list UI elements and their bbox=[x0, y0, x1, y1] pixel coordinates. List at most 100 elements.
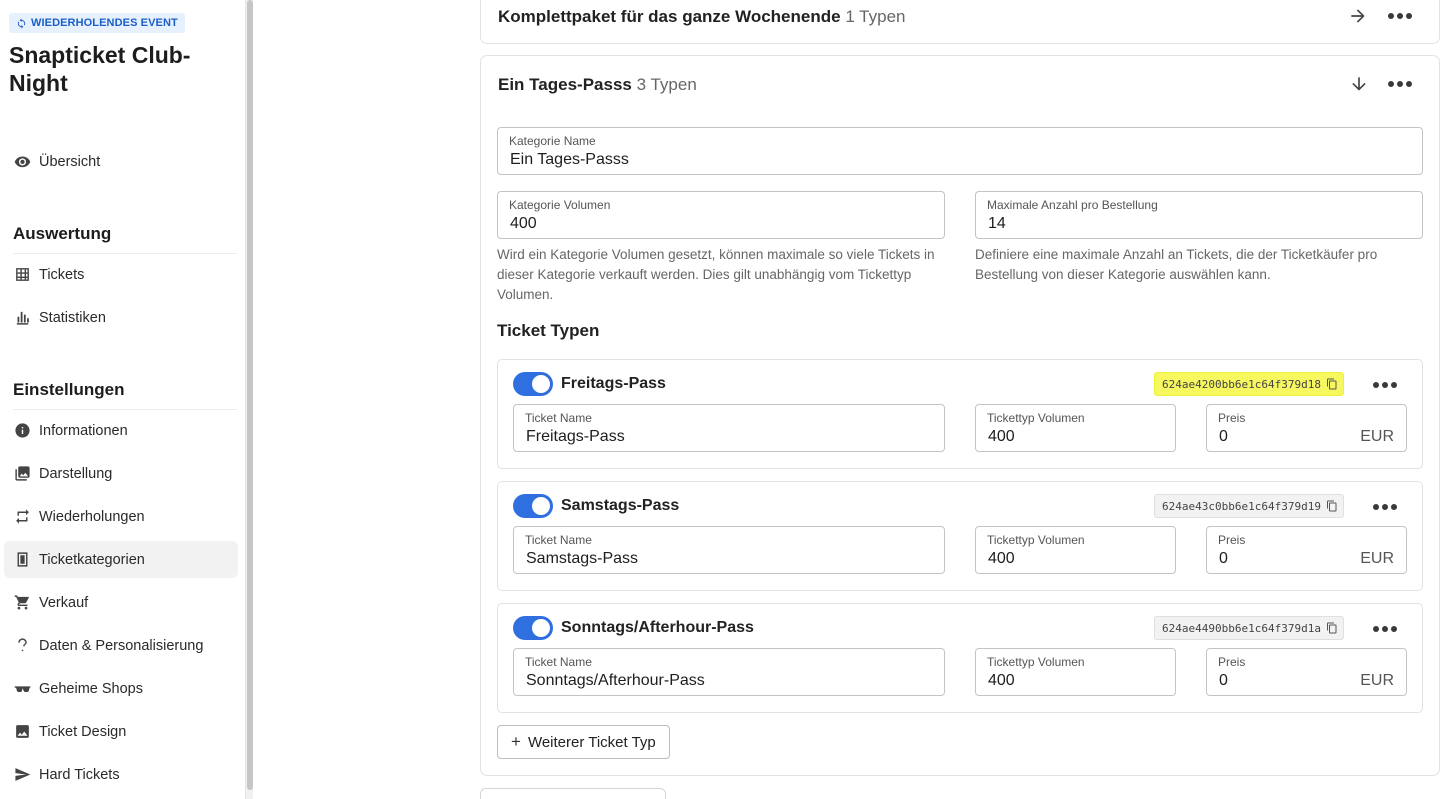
category-name-field[interactable]: Kategorie Name Ein Tages-Passs bbox=[497, 127, 1423, 175]
ticket-more-button[interactable] bbox=[1372, 502, 1398, 512]
ticket-enabled-toggle[interactable] bbox=[513, 494, 553, 518]
cart-icon bbox=[13, 594, 31, 612]
arrow-right-icon[interactable] bbox=[1347, 5, 1369, 27]
add-category-button-partial[interactable] bbox=[480, 788, 666, 799]
field-value: 14 bbox=[988, 215, 1006, 232]
ticket-type-name: Freitags-Pass bbox=[561, 375, 666, 392]
ticket-id-chip[interactable]: 624ae4200bb6e1c64f379d18 bbox=[1154, 372, 1344, 396]
sidebar-item-label: Informationen bbox=[39, 422, 128, 439]
copy-icon[interactable] bbox=[1326, 622, 1338, 634]
sidebar-item-darstellung[interactable]: Darstellung bbox=[4, 455, 238, 492]
category-volume-field[interactable]: Kategorie Volumen 400 bbox=[497, 191, 945, 239]
sidebar-item-ticket-design[interactable]: Ticket Design bbox=[4, 713, 238, 750]
field-value: Ein Tages-Passs bbox=[510, 151, 629, 168]
sidebar-item-wiederholungen[interactable]: Wiederholungen bbox=[4, 498, 238, 535]
category-title[interactable]: Ein Tages-Passs 3 Typen bbox=[498, 75, 697, 95]
ticket-types-heading: Ticket Typen bbox=[497, 321, 600, 340]
send-icon bbox=[13, 766, 31, 784]
sidebar-item-label: Geheime Shops bbox=[39, 680, 143, 697]
ticket-more-button[interactable] bbox=[1372, 624, 1398, 634]
ticket-volume-field[interactable]: Tickettyp Volumen 400 bbox=[975, 526, 1176, 574]
currency-suffix: EUR bbox=[1360, 672, 1394, 689]
sidebar-item-daten[interactable]: Daten & Personalisierung bbox=[4, 627, 238, 664]
ticket-price-field[interactable]: Preis 0 EUR bbox=[1206, 526, 1407, 574]
copy-icon[interactable] bbox=[1326, 500, 1338, 512]
field-label: Tickettyp Volumen bbox=[987, 533, 1085, 547]
field-label: Preis bbox=[1218, 411, 1246, 425]
ticket-price-field[interactable]: Preis 0 EUR bbox=[1206, 648, 1407, 696]
sidebar-item-geheime-shops[interactable]: Geheime Shops bbox=[4, 670, 238, 707]
ticket-volume-field[interactable]: Tickettyp Volumen 400 bbox=[975, 404, 1176, 452]
field-value: Samstags-Pass bbox=[526, 550, 639, 567]
category-more-button[interactable] bbox=[1387, 79, 1413, 89]
arrow-down-icon[interactable] bbox=[1348, 73, 1370, 95]
field-label: Ticket Name bbox=[525, 655, 592, 669]
field-label: Kategorie Volumen bbox=[509, 198, 611, 212]
ticket-name-field[interactable]: Ticket Name Freitags-Pass bbox=[513, 404, 945, 452]
sidebar-item-statistiken[interactable]: Statistiken bbox=[4, 299, 238, 336]
category-name: Ein Tages-Passs bbox=[498, 75, 632, 94]
ticket-price-field[interactable]: Preis 0 EUR bbox=[1206, 404, 1407, 452]
ticket-more-button[interactable] bbox=[1372, 380, 1398, 390]
ticket-category-icon bbox=[13, 551, 31, 569]
add-ticket-type-label: Weiterer Ticket Typ bbox=[527, 733, 656, 751]
question-mark-icon bbox=[13, 637, 31, 655]
field-value: 400 bbox=[510, 215, 537, 232]
ticket-name-field[interactable]: Ticket Name Samstags-Pass bbox=[513, 526, 945, 574]
sidebar-item-label: Darstellung bbox=[39, 465, 113, 482]
category-more-button[interactable] bbox=[1387, 11, 1413, 21]
max-per-order-field[interactable]: Maximale Anzahl pro Bestellung 14 bbox=[975, 191, 1423, 239]
repeat-icon bbox=[13, 508, 31, 526]
ticket-volume-field[interactable]: Tickettyp Volumen 400 bbox=[975, 648, 1176, 696]
ticket-id-chip[interactable]: 624ae4490bb6e1c64f379d1a bbox=[1154, 616, 1344, 640]
ticket-enabled-toggle[interactable] bbox=[513, 616, 553, 640]
field-label: Maximale Anzahl pro Bestellung bbox=[987, 198, 1158, 212]
section-heading-einstellungen: Einstellungen bbox=[13, 380, 237, 410]
category-card-collapsed: Komplettpaket für das ganze Wochenende 1… bbox=[480, 0, 1440, 44]
field-value: 0 bbox=[1219, 672, 1228, 689]
scrollbar-thumb[interactable] bbox=[247, 0, 253, 790]
bar-chart-icon bbox=[13, 309, 31, 327]
badge-label: WIEDERHOLENDES EVENT bbox=[31, 17, 178, 29]
info-icon bbox=[13, 422, 31, 440]
sidebar-item-informationen[interactable]: Informationen bbox=[4, 412, 238, 449]
category-count: 1 Typen bbox=[845, 7, 906, 26]
plus-icon: + bbox=[511, 732, 521, 751]
ticket-id-chip[interactable]: 624ae43c0bb6e1c64f379d19 bbox=[1154, 494, 1344, 518]
sidebar-item-tickets[interactable]: Tickets bbox=[4, 256, 238, 293]
eye-icon bbox=[13, 153, 31, 171]
add-ticket-type-button[interactable]: + Weiterer Ticket Typ bbox=[497, 725, 670, 759]
ticket-name-field[interactable]: Ticket Name Sonntags/Afterhour-Pass bbox=[513, 648, 945, 696]
category-count: 3 Typen bbox=[636, 75, 697, 94]
sidebar-item-overview[interactable]: Übersicht bbox=[4, 143, 238, 180]
section-heading-auswertung: Auswertung bbox=[13, 224, 237, 254]
max-help-text: Definiere eine maximale Anzahl an Ticket… bbox=[975, 247, 1378, 282]
field-value: 0 bbox=[1219, 550, 1228, 567]
sidebar-item-label: Daten & Personalisierung bbox=[39, 637, 204, 654]
category-title[interactable]: Komplettpaket für das ganze Wochenende 1… bbox=[498, 7, 906, 27]
sidebar-scrollbar[interactable] bbox=[245, 0, 253, 799]
field-label: Preis bbox=[1218, 533, 1246, 547]
volume-help-text: Wird ein Kategorie Volumen gesetzt, könn… bbox=[497, 247, 935, 302]
sidebar-item-label: Ticketkategorien bbox=[39, 551, 145, 568]
field-value: Freitags-Pass bbox=[526, 428, 625, 445]
field-value: 0 bbox=[1219, 428, 1228, 445]
ticket-id: 624ae4200bb6e1c64f379d18 bbox=[1162, 377, 1321, 391]
field-value: 400 bbox=[988, 672, 1015, 689]
currency-suffix: EUR bbox=[1360, 550, 1394, 567]
field-label: Kategorie Name bbox=[509, 134, 596, 148]
field-value: 400 bbox=[988, 428, 1015, 445]
grid-icon bbox=[13, 266, 31, 284]
sidebar-item-label: Statistiken bbox=[39, 309, 106, 326]
field-label: Tickettyp Volumen bbox=[987, 411, 1085, 425]
copy-icon[interactable] bbox=[1326, 378, 1338, 390]
field-label: Ticket Name bbox=[525, 411, 592, 425]
sidebar-item-label: Übersicht bbox=[39, 153, 101, 170]
ticket-enabled-toggle[interactable] bbox=[513, 372, 553, 396]
sidebar-item-verkauf[interactable]: Verkauf bbox=[4, 584, 238, 621]
field-label: Ticket Name bbox=[525, 533, 592, 547]
field-label: Preis bbox=[1218, 655, 1246, 669]
sidebar-item-hard-tickets[interactable]: Hard Tickets bbox=[4, 756, 238, 793]
field-value: Sonntags/Afterhour-Pass bbox=[526, 672, 705, 689]
sidebar-item-ticketkategorien[interactable]: Ticketkategorien bbox=[4, 541, 238, 578]
